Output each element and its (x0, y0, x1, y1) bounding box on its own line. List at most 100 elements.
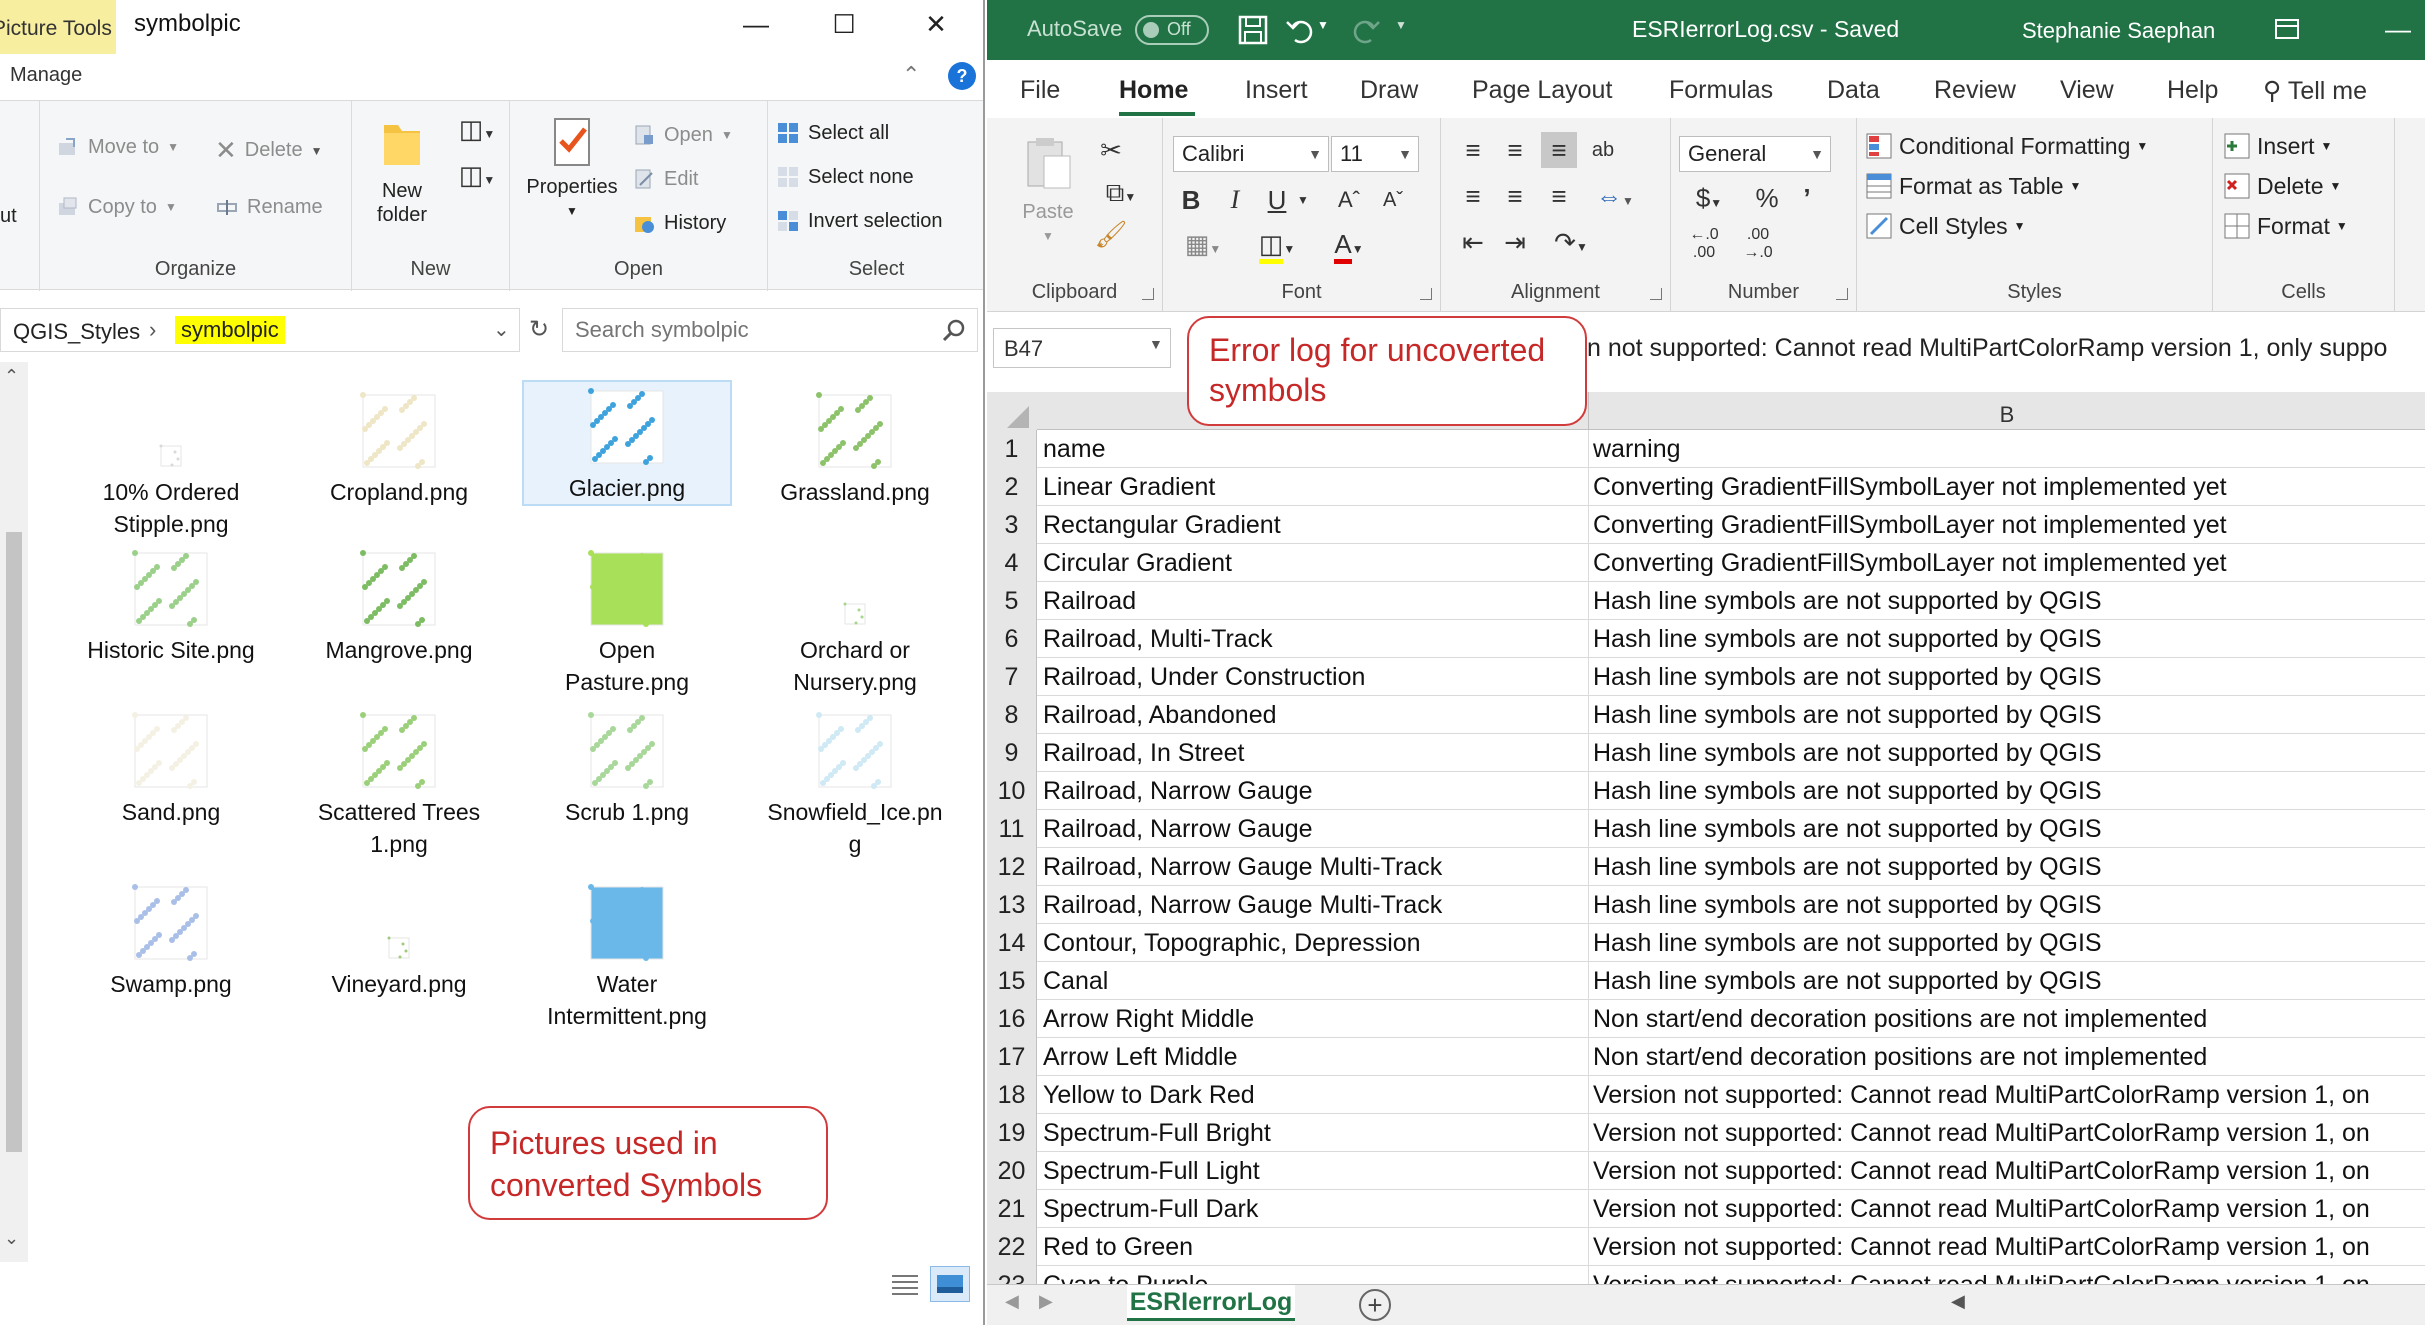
tab-manage[interactable]: Manage (10, 64, 82, 87)
cell-warning[interactable]: Converting GradientFillSymbolLayer not i… (1593, 468, 2425, 506)
scroll-thumb[interactable] (6, 532, 22, 1152)
add-sheet-icon[interactable]: + (1359, 1289, 1391, 1321)
format-as-table-button[interactable]: Format as Table ▼ (1865, 172, 2081, 200)
row-header[interactable]: 19 (987, 1114, 1037, 1152)
cut-icon[interactable]: ✂ (1091, 132, 1131, 168)
increase-decimal-icon[interactable]: ←.0.00 (1679, 226, 1729, 262)
wrap-orientation-icon[interactable]: ↷▼ (1541, 224, 1601, 265)
row-header[interactable]: 6 (987, 620, 1037, 658)
align-left-icon[interactable]: ≡ (1455, 178, 1491, 214)
address-bar[interactable]: QGIS_Styles › symbolpic ⌄ (0, 308, 520, 352)
align-bottom-icon[interactable]: ≡ (1541, 132, 1577, 168)
align-center-icon[interactable]: ≡ (1497, 178, 1533, 214)
number-launcher-icon[interactable] (1836, 288, 1848, 300)
tab-page-layout[interactable]: Page Layout (1472, 76, 1612, 105)
picture-tools-tab[interactable]: Picture Tools (0, 0, 116, 54)
formula-input[interactable]: n not supported: Cannot read MultiPartCo… (1587, 334, 2387, 363)
rename-button[interactable]: Rename (215, 195, 323, 219)
align-top-icon[interactable]: ≡ (1455, 132, 1491, 168)
edit-button[interactable]: Edit (632, 167, 698, 191)
file-item[interactable]: Snowfield_Ice.pn g (750, 706, 960, 860)
cell-name[interactable]: Contour, Topographic, Depression (1043, 924, 1573, 962)
row-header[interactable]: 10 (987, 772, 1037, 810)
name-box[interactable]: B47 (993, 328, 1171, 368)
file-item[interactable]: Cropland.png (294, 386, 504, 508)
cell-warning[interactable]: Hash line symbols are not supported by Q… (1593, 696, 2425, 734)
cell-warning[interactable]: Version not supported: Cannot read Multi… (1593, 1114, 2425, 1152)
orientation-icon[interactable]: ab (1585, 132, 1621, 168)
cell-warning[interactable]: Hash line symbols are not supported by Q… (1593, 620, 2425, 658)
cell-name[interactable]: Arrow Right Middle (1043, 1000, 1573, 1038)
decrease-font-icon[interactable]: Aˇ (1373, 182, 1413, 218)
cell-warning[interactable]: Hash line symbols are not supported by Q… (1593, 810, 2425, 848)
row-header[interactable]: 1 (987, 430, 1037, 468)
scroll-down-icon[interactable]: ⌄ (4, 1228, 19, 1249)
cell-warning[interactable]: Converting GradientFillSymbolLayer not i… (1593, 544, 2425, 582)
fill-color-icon[interactable]: ◫▼ (1247, 226, 1307, 267)
breadcrumb-chevron-icon[interactable]: › (149, 317, 156, 343)
search-box[interactable] (562, 308, 978, 352)
file-item[interactable]: Mangrove.png (294, 544, 504, 666)
cell-name[interactable]: Railroad, Narrow Gauge (1043, 810, 1573, 848)
format-cells-button[interactable]: Format ▼ (2223, 212, 2348, 240)
row-header[interactable]: 13 (987, 886, 1037, 924)
file-item[interactable]: Orchard or Nursery.png (750, 544, 960, 698)
sheet-nav-right-icon[interactable]: ▶ (1039, 1291, 1053, 1312)
cell-name[interactable]: Railroad, Multi-Track (1043, 620, 1573, 658)
cell-warning[interactable]: Hash line symbols are not supported by Q… (1593, 582, 2425, 620)
move-to-button[interactable]: Move to ▼ (56, 135, 179, 159)
conditional-formatting-button[interactable]: Conditional Formatting ▼ (1865, 132, 2148, 160)
large-icons-view-icon[interactable] (930, 1266, 970, 1302)
delete-cells-button[interactable]: Delete ▼ (2223, 172, 2341, 200)
cell-warning[interactable]: Hash line symbols are not supported by Q… (1593, 658, 2425, 696)
customize-toolbar-icon[interactable]: ▼ (1395, 18, 1431, 54)
cell-name[interactable]: Railroad, Abandoned (1043, 696, 1573, 734)
file-item[interactable]: Water Intermittent.png (522, 878, 732, 1032)
open-button[interactable]: Open ▼ (632, 123, 733, 147)
history-button[interactable]: History (632, 211, 726, 235)
sheet-tab-esrierrorlog[interactable]: ESRIerrorLog (1127, 1285, 1295, 1321)
file-item[interactable]: Swamp.png (66, 878, 276, 1000)
row-header[interactable]: 12 (987, 848, 1037, 886)
align-middle-icon[interactable]: ≡ (1497, 132, 1533, 168)
italic-button[interactable]: I (1217, 182, 1253, 218)
cell-name[interactable]: Railroad, Narrow Gauge (1043, 772, 1573, 810)
row-header[interactable]: 22 (987, 1228, 1037, 1266)
decrease-indent-icon[interactable]: ⇤ (1455, 224, 1491, 260)
percent-icon[interactable]: % (1749, 180, 1785, 216)
tab-help[interactable]: Help (2167, 76, 2218, 105)
cell-warning[interactable]: Hash line symbols are not supported by Q… (1593, 848, 2425, 886)
save-icon[interactable] (1235, 12, 1271, 48)
underline-dropdown-icon[interactable]: ▼ (1293, 182, 1313, 218)
breadcrumb-symbolpic[interactable]: symbolpic (175, 316, 285, 344)
horizontal-scroll-left-icon[interactable]: ◀ (1951, 1291, 1965, 1312)
row-header[interactable]: 11 (987, 810, 1037, 848)
scroll-up-icon[interactable]: ⌃ (4, 366, 19, 387)
easy-access-icon[interactable]: ◫▼ (452, 157, 502, 198)
merge-center-icon[interactable]: ⇔▼ (1585, 178, 1645, 219)
cell-warning[interactable]: Converting GradientFillSymbolLayer not i… (1593, 506, 2425, 544)
cell-name[interactable]: Spectrum-Full Bright (1043, 1114, 1573, 1152)
row-header[interactable]: 3 (987, 506, 1037, 544)
chevron-down-icon[interactable]: ⌄ (493, 317, 510, 342)
row-header[interactable]: 4 (987, 544, 1037, 582)
insert-cells-button[interactable]: Insert ▼ (2223, 132, 2332, 160)
cell-warning[interactable]: Version not supported: Cannot read Multi… (1593, 1076, 2425, 1114)
row-header[interactable]: 17 (987, 1038, 1037, 1076)
maximize-icon[interactable]: ☐ (814, 6, 874, 42)
row-header[interactable]: 9 (987, 734, 1037, 772)
new-item-icon[interactable]: ◫▼ (452, 111, 502, 152)
cell-warning[interactable]: Non start/end decoration positions are n… (1593, 1038, 2425, 1076)
decrease-decimal-icon[interactable]: .00 →.0 (1733, 226, 1783, 262)
currency-icon[interactable]: $▼ (1679, 180, 1739, 221)
tab-data[interactable]: Data (1827, 76, 1880, 105)
cell-name[interactable]: Railroad, Narrow Gauge Multi-Track (1043, 848, 1573, 886)
borders-icon[interactable]: ▦▼ (1173, 226, 1233, 267)
file-item[interactable]: 10% Ordered Stipple.png (66, 386, 276, 540)
invert-selection-button[interactable]: Invert selection (776, 209, 943, 233)
row-header[interactable]: 5 (987, 582, 1037, 620)
properties-button[interactable]: Properties ▼ (524, 115, 620, 223)
column-header-b[interactable]: B (1589, 392, 2425, 430)
file-item[interactable]: Grassland.png (750, 386, 960, 508)
select-all-corner[interactable] (987, 392, 1037, 430)
